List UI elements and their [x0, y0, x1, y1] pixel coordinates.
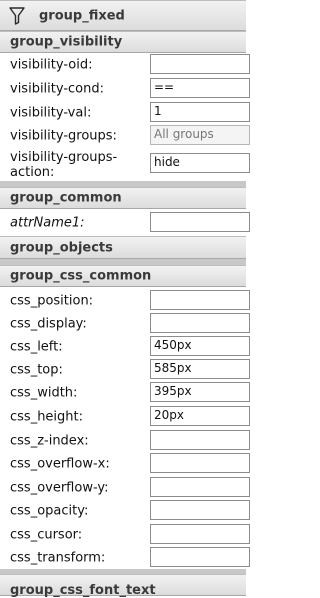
- property-row: css_position:: [0, 289, 250, 312]
- property-row: attrName1:: [0, 211, 250, 234]
- property-label: visibility-groups:: [10, 128, 117, 143]
- property-label: css_opacity:: [10, 503, 89, 518]
- visibility-val-input[interactable]: 1: [150, 102, 250, 122]
- property-label: css_left:: [10, 339, 63, 354]
- property-label: css_overflow-x:: [10, 456, 110, 471]
- css-display-input[interactable]: [150, 313, 250, 333]
- section-header-group-common[interactable]: group_common: [0, 187, 246, 209]
- property-label: visibility-val:: [10, 105, 92, 120]
- css-overflow-x-input[interactable]: [150, 453, 250, 473]
- section-header-group-fixed[interactable]: group_fixed: [0, 0, 246, 31]
- property-row: css_overflow-y:: [0, 476, 250, 499]
- property-label: css_top:: [10, 362, 63, 377]
- property-row: css_display:: [0, 312, 250, 335]
- section-title: group_visibility: [10, 34, 123, 50]
- property-row: css_width: 395px: [0, 381, 250, 404]
- filter-icon[interactable]: [9, 7, 25, 25]
- section-header-group-visibility[interactable]: group_visibility: [0, 31, 246, 53]
- property-row: css_overflow-x:: [0, 452, 250, 475]
- section-title: group_objects: [10, 240, 113, 255]
- visibility-groups-action-select[interactable]: hide: [150, 153, 250, 173]
- css-width-input[interactable]: 395px: [150, 382, 250, 402]
- css-position-input[interactable]: [150, 290, 250, 310]
- property-row: visibility-oid:: [0, 53, 250, 76]
- property-row: css_transform:: [0, 546, 250, 569]
- property-label: visibility-cond:: [10, 81, 105, 96]
- visibility-cond-select[interactable]: ==: [150, 78, 250, 98]
- css-top-input[interactable]: 585px: [150, 359, 250, 379]
- visibility-groups-select[interactable]: All groups: [150, 125, 250, 145]
- section-title: group_css_font_text: [10, 583, 156, 598]
- css-left-input[interactable]: 450px: [150, 336, 250, 356]
- property-row: visibility-groups-action: hide: [0, 148, 250, 181]
- property-label: visibility-groups-action:: [10, 150, 118, 180]
- property-row: css_left: 450px: [0, 335, 250, 358]
- attributes-panel: group_fixed group_visibility visibility-…: [0, 0, 250, 598]
- property-row: css_z-index:: [0, 429, 250, 452]
- css-transform-input[interactable]: [150, 547, 250, 567]
- css-cursor-input[interactable]: [150, 524, 250, 544]
- property-row: css_height: 20px: [0, 405, 250, 428]
- property-label: css_display:: [10, 316, 87, 331]
- section-header-group-objects[interactable]: group_objects: [0, 236, 246, 259]
- property-row: visibility-val: 1: [0, 101, 250, 124]
- section-title: group_fixed: [39, 8, 125, 23]
- property-label: attrName1:: [10, 215, 85, 230]
- attrname1-input[interactable]: [150, 212, 250, 232]
- css-opacity-input[interactable]: [150, 500, 250, 520]
- section-header-group-css-common[interactable]: group_css_common: [0, 265, 246, 287]
- section-title: group_common: [10, 190, 122, 206]
- property-row: css_opacity:: [0, 499, 250, 522]
- property-label: visibility-oid:: [10, 57, 93, 72]
- css-overflow-y-input[interactable]: [150, 477, 250, 497]
- property-label: css_cursor:: [10, 527, 83, 542]
- property-label: css_height:: [10, 409, 84, 424]
- property-row: css_cursor:: [0, 523, 250, 546]
- property-label: css_overflow-y:: [10, 480, 109, 495]
- visibility-oid-input[interactable]: [150, 54, 250, 74]
- property-row: css_top: 585px: [0, 358, 250, 381]
- property-label: css_width:: [10, 385, 78, 400]
- property-row: visibility-cond: ==: [0, 77, 250, 100]
- section-title: group_css_common: [10, 268, 152, 284]
- property-label: css_transform:: [10, 550, 106, 565]
- section-header-group-css-font-text[interactable]: group_css_font_text: [0, 574, 246, 598]
- css-z-index-input[interactable]: [150, 430, 250, 450]
- property-label: css_z-index:: [10, 433, 89, 448]
- property-row: visibility-groups: All groups: [0, 124, 250, 147]
- property-label: css_position:: [10, 293, 94, 308]
- css-height-input[interactable]: 20px: [150, 406, 250, 426]
